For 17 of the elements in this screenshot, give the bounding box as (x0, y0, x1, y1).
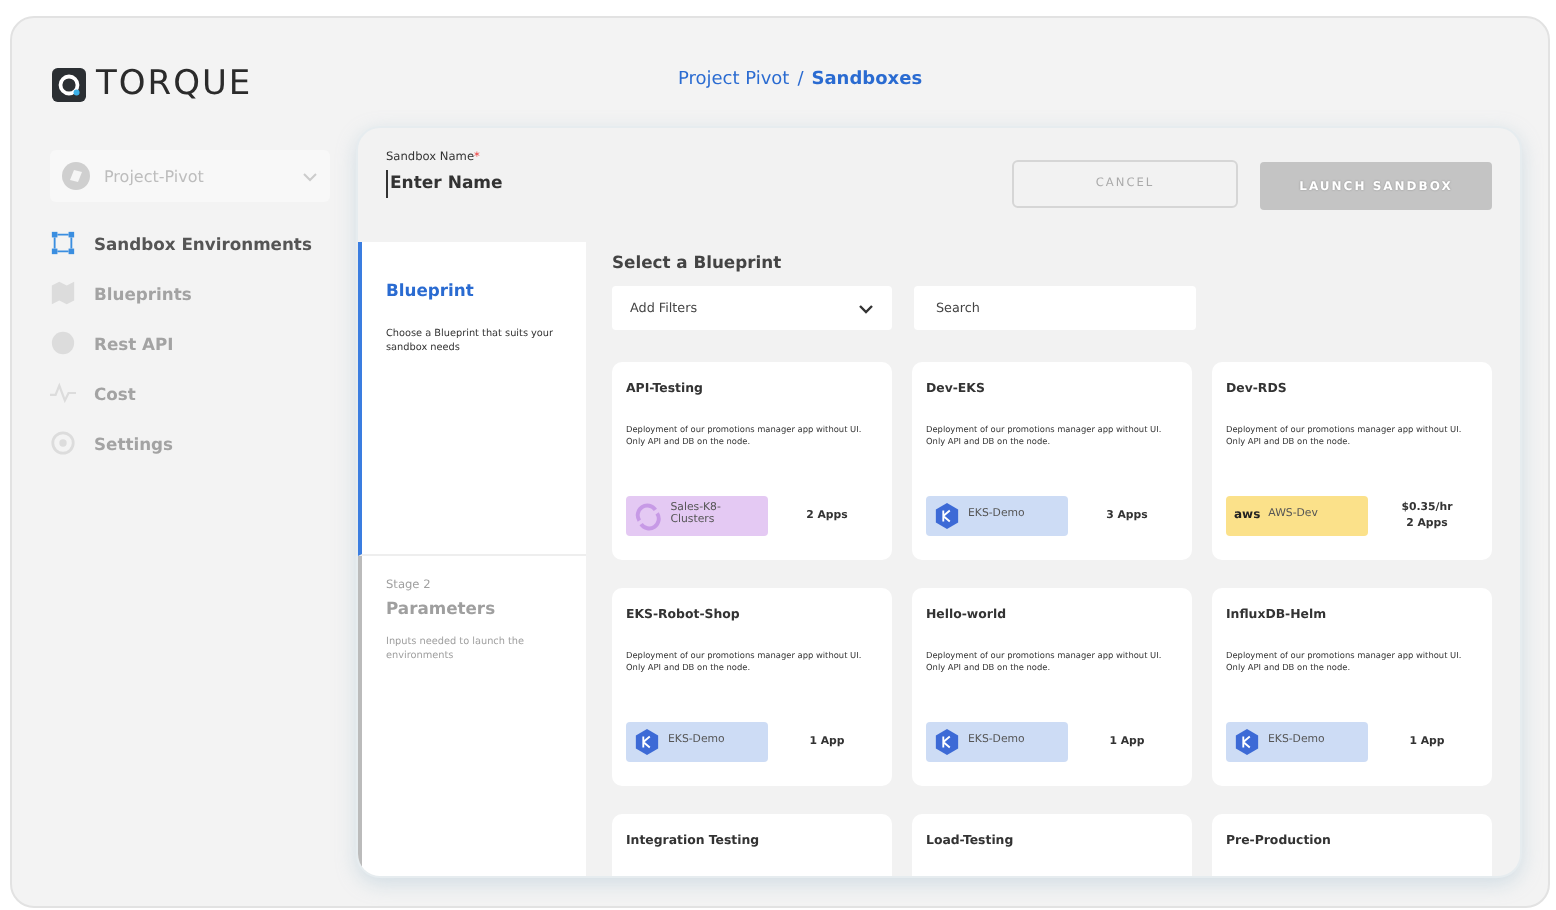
nodes-icon (50, 230, 76, 256)
sandbox-name-field[interactable]: Enter Name (386, 170, 686, 198)
swirl-icon (634, 501, 663, 531)
chevron-down-icon (302, 171, 318, 181)
logo-icon (52, 67, 86, 101)
hexagon-icon (934, 728, 960, 756)
logo-text: TORQUE (96, 64, 253, 104)
section-heading: Select a Blueprint (612, 252, 784, 272)
breadcrumb-current: Sandboxes (811, 70, 923, 90)
chevron-down-icon (858, 303, 874, 313)
hexagon-icon (1234, 728, 1260, 756)
breadcrumb-separator: / (797, 70, 804, 90)
project-avatar-icon (62, 162, 90, 190)
sidebar-item[interactable]: Sandbox Environments (50, 218, 332, 268)
hexagon-icon (934, 502, 960, 530)
hexagon-icon (634, 728, 660, 756)
breadcrumb-link[interactable]: Project Pivot (677, 70, 790, 90)
